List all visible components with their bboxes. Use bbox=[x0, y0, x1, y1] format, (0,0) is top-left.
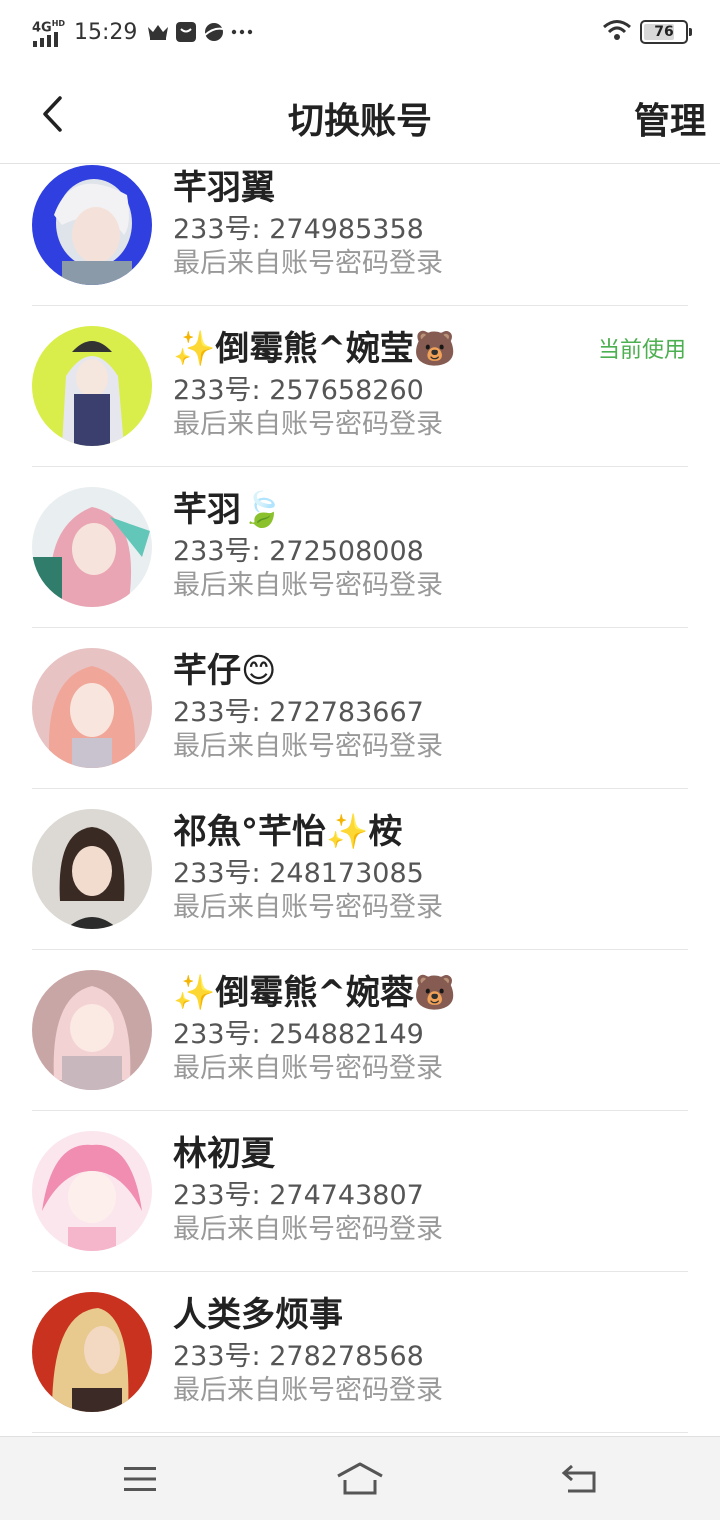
account-row[interactable]: 人类多烦事 233号: 278278568 最后来自账号密码登录 bbox=[0, 1272, 720, 1433]
avatar bbox=[32, 1292, 152, 1412]
login-source: 最后来自账号密码登录 bbox=[173, 409, 443, 440]
battery-level: 76 bbox=[654, 24, 674, 40]
login-source: 最后来自账号密码登录 bbox=[173, 1053, 443, 1084]
login-source: 最后来自账号密码登录 bbox=[173, 248, 443, 279]
back-nav-button[interactable] bbox=[550, 1459, 610, 1499]
avatar bbox=[32, 1131, 152, 1251]
avatar bbox=[32, 970, 152, 1090]
account-name: 祁魚°芊怡✨桉 bbox=[173, 812, 403, 852]
account-row[interactable]: 芊仔😊 233号: 272783667 最后来自账号密码登录 bbox=[0, 628, 720, 789]
planet-icon bbox=[203, 21, 225, 43]
avatar bbox=[32, 809, 152, 929]
message-icon bbox=[175, 21, 197, 43]
crown-icon bbox=[147, 21, 169, 43]
account-name: 芊仔😊 bbox=[173, 651, 277, 691]
current-account-badge: 当前使用 bbox=[597, 338, 686, 363]
account-row[interactable]: 祁魚°芊怡✨桉 233号: 248173085 最后来自账号密码登录 bbox=[0, 789, 720, 950]
account-id: 233号: 272508008 bbox=[173, 536, 424, 567]
login-source: 最后来自账号密码登录 bbox=[173, 1214, 443, 1245]
account-id: 233号: 254882149 bbox=[173, 1019, 424, 1050]
account-name: 芊羽翼 bbox=[173, 168, 275, 208]
account-name: 芊羽🍃 bbox=[173, 490, 284, 530]
status-time: 15:29 bbox=[74, 19, 138, 45]
account-row[interactable]: ✨倒霉熊^婉蓉🐻 233号: 254882149 最后来自账号密码登录 bbox=[0, 950, 720, 1111]
network-hd: HD bbox=[51, 19, 66, 28]
login-source: 最后来自账号密码登录 bbox=[173, 1375, 443, 1406]
account-id: 233号: 272783667 bbox=[173, 697, 424, 728]
account-id: 233号: 248173085 bbox=[173, 858, 424, 889]
home-icon bbox=[337, 1462, 383, 1495]
account-name: ✨倒霉熊^婉蓉🐻 bbox=[173, 973, 457, 1013]
account-name: ✨倒霉熊^婉莹🐻 bbox=[173, 329, 457, 369]
account-id: 233号: 278278568 bbox=[173, 1341, 424, 1372]
app-header: 切换账号 管理 bbox=[0, 64, 720, 164]
account-list-viewport[interactable]: 芊羽翼 233号: 274985358 最后来自账号密码登录 ✨倒霉熊^婉莹🐻 … bbox=[0, 165, 720, 1436]
account-row[interactable]: 林初夏 233号: 274743807 最后来自账号密码登录 bbox=[0, 1111, 720, 1272]
account-row[interactable]: 芊羽翼 233号: 274985358 最后来自账号密码登录 bbox=[0, 165, 720, 306]
account-id: 233号: 274985358 bbox=[173, 214, 424, 245]
back-arrow-icon bbox=[561, 1464, 596, 1493]
account-row[interactable]: ✨倒霉熊^婉莹🐻 233号: 257658260 最后来自账号密码登录 当前使用 bbox=[0, 306, 720, 467]
signal-icon: 4GHD bbox=[32, 17, 66, 47]
home-button[interactable] bbox=[330, 1459, 390, 1499]
avatar bbox=[32, 648, 152, 768]
manage-button[interactable]: 管理 bbox=[634, 92, 706, 144]
account-row[interactable]: 芊羽🍃 233号: 272508008 最后来自账号密码登录 bbox=[0, 467, 720, 628]
account-name: 人类多烦事 bbox=[173, 1295, 343, 1335]
page-title: 切换账号 bbox=[287, 101, 432, 142]
avatar bbox=[32, 326, 152, 446]
battery-icon: 76 bbox=[640, 20, 692, 44]
menu-icon bbox=[124, 1467, 156, 1491]
account-id: 233号: 257658260 bbox=[173, 375, 424, 406]
login-source: 最后来自账号密码登录 bbox=[173, 570, 443, 601]
wifi-icon bbox=[602, 19, 632, 45]
avatar bbox=[32, 487, 152, 607]
status-bar: 4GHD 15:29 76 bbox=[0, 0, 720, 64]
more-icon bbox=[231, 21, 253, 43]
account-name: 林初夏 bbox=[173, 1134, 275, 1174]
login-source: 最后来自账号密码登录 bbox=[173, 731, 443, 762]
account-id: 233号: 274743807 bbox=[173, 1180, 424, 1211]
system-nav-bar bbox=[0, 1436, 720, 1520]
avatar bbox=[32, 165, 152, 285]
login-source: 最后来自账号密码登录 bbox=[173, 892, 443, 923]
account-list: 芊羽翼 233号: 274985358 最后来自账号密码登录 ✨倒霉熊^婉莹🐻 … bbox=[0, 165, 720, 1433]
menu-button[interactable] bbox=[110, 1459, 170, 1499]
